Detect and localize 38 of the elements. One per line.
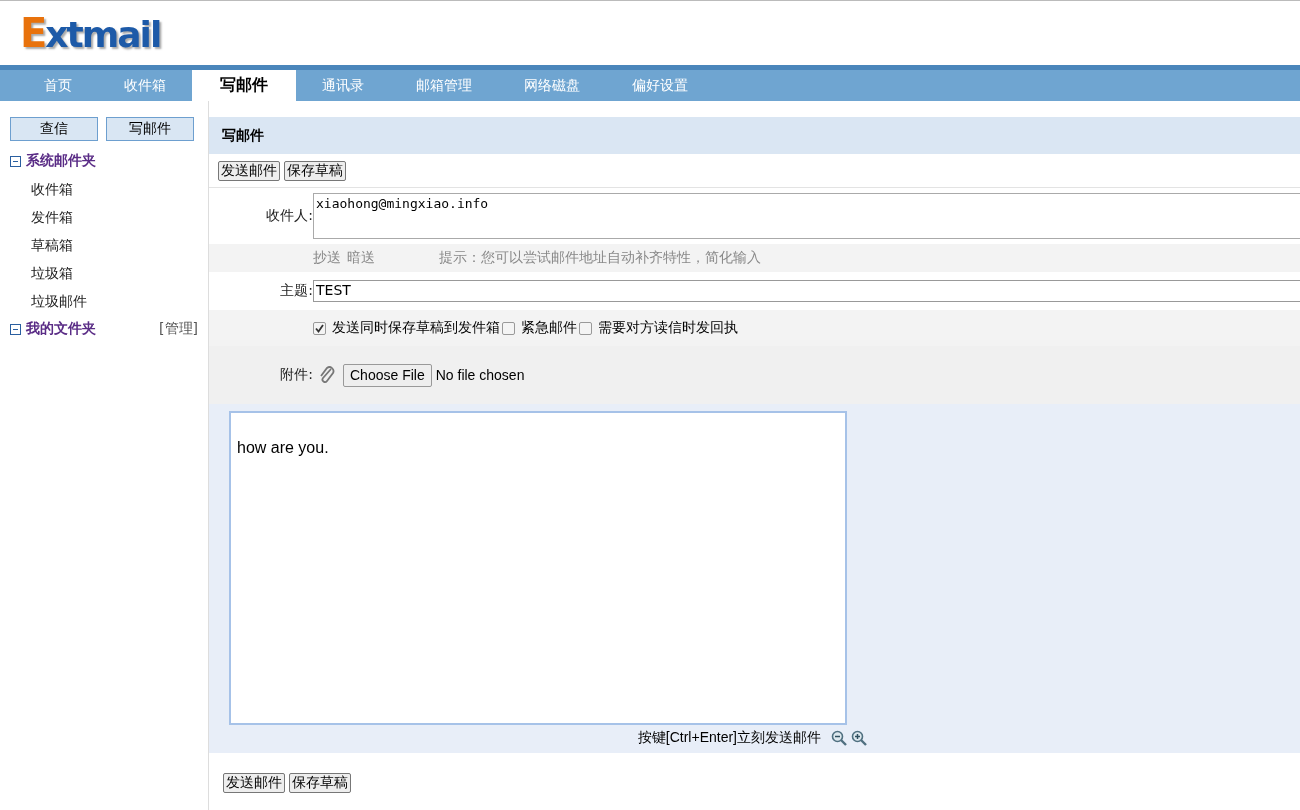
toolbar-button[interactable]: 保存草稿 xyxy=(284,161,346,181)
zoom-out-icon[interactable] xyxy=(831,730,847,746)
folder-group-label[interactable]: 系统邮件夹 xyxy=(26,152,198,170)
manage-link[interactable]: [管理] xyxy=(159,320,198,338)
field-label: 收件人: xyxy=(265,207,313,225)
nav-tab[interactable]: 写邮件 xyxy=(192,70,296,101)
checkbox[interactable] xyxy=(502,321,515,335)
checkbox[interactable] xyxy=(313,321,326,335)
folder-link[interactable]: 垃圾箱 xyxy=(10,259,198,287)
field-label: 主题: xyxy=(279,282,313,300)
field-label: 附件: xyxy=(279,366,313,384)
checkbox[interactable] xyxy=(579,321,592,335)
shortcut-hint: 按键[Ctrl+Enter]立刻发送邮件 xyxy=(637,729,821,747)
toolbar-button[interactable]: 保存草稿 xyxy=(289,773,351,793)
extmail-logo: Extmail xyxy=(20,10,161,56)
folder-group-label[interactable]: 我的文件夹 xyxy=(26,320,160,338)
zoom-in-icon[interactable] xyxy=(851,730,867,746)
folder-link[interactable]: 发件箱 xyxy=(10,203,198,231)
file-status: No file chosen xyxy=(435,367,525,383)
message-body-field[interactable]: how are you. xyxy=(229,411,847,725)
folder-link[interactable]: 草稿箱 xyxy=(10,231,198,259)
subject-field[interactable]: TEST xyxy=(313,280,1300,302)
sidebar-button[interactable]: 写邮件 xyxy=(106,117,194,141)
option-label: 需要对方读信时发回执 xyxy=(598,319,738,337)
tip-text: 提示：您可以尝试邮件地址自动补齐特性，简化输入 xyxy=(439,249,761,267)
folder-link[interactable]: 收件箱 xyxy=(10,175,198,203)
choose-file-button[interactable]: Choose File xyxy=(343,363,432,387)
option-label: 发送同时保存草稿到发件箱 xyxy=(332,319,500,337)
option-label: 紧急邮件 xyxy=(521,319,577,337)
paperclip-icon xyxy=(317,365,337,385)
toolbar-button[interactable]: 发送邮件 xyxy=(218,161,280,181)
folder-link[interactable]: 垃圾邮件 xyxy=(10,287,198,315)
collapse-icon[interactable] xyxy=(10,155,21,167)
recipient-field[interactable]: xiaohong@mingxiao.info xyxy=(313,193,1300,239)
toolbar-button[interactable]: 发送邮件 xyxy=(223,773,285,793)
sidebar-button[interactable]: 查信 xyxy=(10,117,98,141)
compose-title: 写邮件 xyxy=(209,117,1300,154)
collapse-icon[interactable] xyxy=(10,323,21,335)
